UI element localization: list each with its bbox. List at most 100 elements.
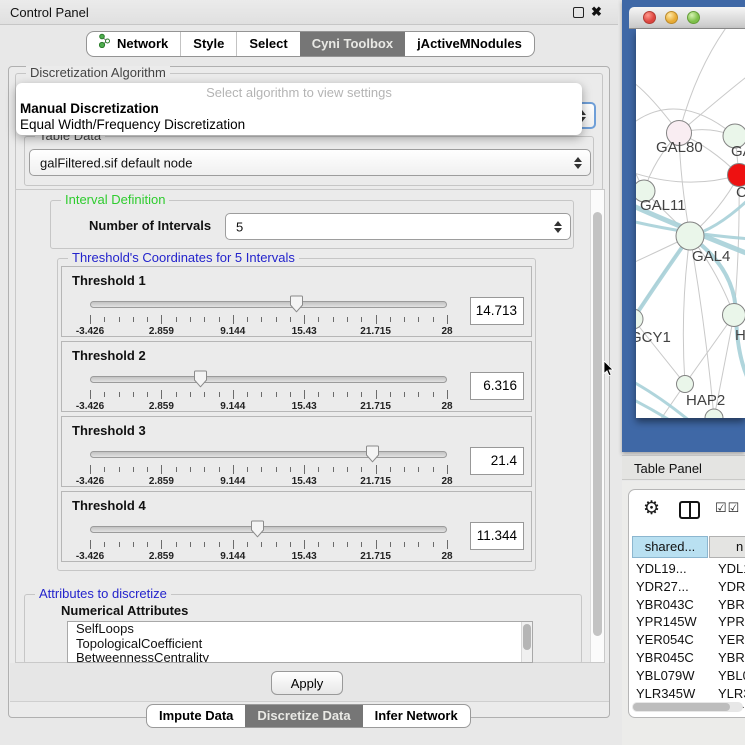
- numerical-attributes-list[interactable]: SelfLoopsTopologicalCoefficientBetweenne…: [67, 621, 533, 663]
- slider-handle[interactable]: [250, 520, 265, 538]
- table-row[interactable]: YDL19... YDL1: [629, 560, 745, 578]
- cell-shared-name[interactable]: YLR345W: [636, 686, 695, 701]
- node-h[interactable]: [723, 304, 745, 327]
- network-window-titlebar: [629, 7, 745, 29]
- threshold-value-field[interactable]: 6.316: [470, 372, 524, 400]
- cell-shared-name[interactable]: YPR145W: [636, 614, 697, 629]
- slider-tick: [161, 390, 162, 399]
- panel-scrollbar-thumb[interactable]: [593, 212, 602, 636]
- network-tab-icon: [99, 32, 111, 56]
- threshold-value-field[interactable]: 21.4: [470, 447, 524, 475]
- attributes-scrollbar-thumb[interactable]: [523, 624, 531, 650]
- cell-name[interactable]: YBR0: [718, 597, 745, 612]
- tab-infer-network[interactable]: Infer Network: [363, 705, 470, 727]
- tab-jactivemnodules[interactable]: jActiveMNodules: [405, 32, 534, 56]
- threshold-value-field[interactable]: 14.713: [470, 297, 524, 325]
- mac-zoom-button[interactable]: [687, 11, 700, 24]
- gear-icon[interactable]: ⚙: [643, 497, 660, 520]
- cell-name[interactable]: YLR3: [718, 686, 745, 701]
- threshold-slider[interactable]: -3.4262.8599.14415.4321.71528: [90, 445, 447, 487]
- cell-shared-name[interactable]: YBR043C: [636, 597, 694, 612]
- cell-name[interactable]: YER0: [718, 632, 745, 647]
- number-of-intervals-label: Number of Intervals: [89, 218, 211, 233]
- split-pane-icon[interactable]: [679, 501, 700, 519]
- threshold-slider[interactable]: -3.4262.8599.14415.4321.71528: [90, 520, 447, 562]
- table-row[interactable]: YDR27... YDR2: [629, 578, 745, 596]
- popup-option-equal-width[interactable]: Equal Width/Frequency Discretization: [20, 117, 245, 132]
- table-hscroll-thumb[interactable]: [633, 703, 730, 711]
- table-data-selected: galFiltered.sif default node: [40, 155, 192, 170]
- slider-tick: [133, 542, 134, 547]
- cell-name[interactable]: YPR1: [718, 614, 745, 629]
- slider-tick: [318, 542, 319, 547]
- tab-cyni-toolbox[interactable]: Cyni Toolbox: [300, 32, 405, 56]
- node-gcy1[interactable]: [636, 309, 643, 329]
- slider-tick: [276, 317, 277, 322]
- table-row[interactable]: YPR145W YPR1: [629, 613, 745, 631]
- algorithm-dropdown-popup: Select algorithm to view settings Manual…: [16, 83, 582, 135]
- float-window-icon[interactable]: [573, 7, 584, 18]
- attributes-scrollbar[interactable]: [521, 622, 532, 662]
- threshold-slider[interactable]: -3.4262.8599.14415.4321.71528: [90, 370, 447, 412]
- cell-name[interactable]: YBL0: [718, 668, 745, 683]
- slider-tick: [404, 392, 405, 397]
- network-edge-highlighted[interactable]: [636, 397, 682, 418]
- slider-track[interactable]: [90, 526, 447, 533]
- slider-tick: [204, 542, 205, 547]
- tab-select[interactable]: Select: [236, 32, 299, 56]
- threshold-slider[interactable]: -3.4262.8599.14415.4321.71528: [90, 295, 447, 337]
- slider-tick: [161, 540, 162, 549]
- slider-track[interactable]: [90, 301, 447, 308]
- table-horizontal-scrollbar[interactable]: [632, 702, 743, 712]
- table-row[interactable]: YER054C YER0: [629, 631, 745, 649]
- node-hap2[interactable]: [677, 376, 694, 393]
- slider-tick: [233, 465, 234, 474]
- network-edge[interactable]: [683, 236, 690, 384]
- table-row[interactable]: YBR045C YBR0: [629, 649, 745, 667]
- threshold-value-field[interactable]: 11.344: [470, 522, 524, 550]
- mac-minimize-button[interactable]: [665, 11, 678, 24]
- table-row[interactable]: YBL079W YBL0: [629, 667, 745, 685]
- cell-shared-name[interactable]: YDR27...: [636, 579, 689, 594]
- cell-name[interactable]: YDL1: [718, 561, 745, 576]
- cell-shared-name[interactable]: YDL19...: [636, 561, 687, 576]
- network-edge-highlighted[interactable]: [636, 236, 690, 327]
- table-row[interactable]: YBR043C YBR0: [629, 596, 745, 614]
- tab-style[interactable]: Style: [180, 32, 236, 56]
- column-header-name[interactable]: n: [709, 536, 745, 558]
- cell-shared-name[interactable]: YBL079W: [636, 668, 695, 683]
- mac-close-button[interactable]: [643, 11, 656, 24]
- column-header-shared-name[interactable]: shared...: [632, 536, 708, 558]
- table-row[interactable]: YLR345W YLR3: [629, 685, 745, 703]
- cell-shared-name[interactable]: YBR045C: [636, 650, 694, 665]
- tab-discretize-data[interactable]: Discretize Data: [245, 705, 362, 727]
- network-edge[interactable]: [679, 29, 728, 133]
- slider-track[interactable]: [90, 376, 447, 383]
- panel-vertical-scrollbar[interactable]: [590, 190, 604, 662]
- slider-tick-labels: -3.4262.8599.14415.4321.71528: [90, 326, 447, 338]
- close-icon[interactable]: ✖: [591, 4, 602, 20]
- tab-network[interactable]: Network: [87, 32, 180, 56]
- cell-name[interactable]: YDR2: [718, 579, 745, 594]
- numerical-attribute-item[interactable]: SelfLoops: [68, 622, 532, 637]
- apply-button[interactable]: Apply: [271, 671, 343, 695]
- slider-track[interactable]: [90, 451, 447, 458]
- slider-tick: [304, 540, 305, 549]
- node-gal4[interactable]: [676, 222, 704, 250]
- tab-impute-data[interactable]: Impute Data: [147, 705, 245, 727]
- cell-shared-name[interactable]: YER054C: [636, 632, 694, 647]
- select-columns-icon[interactable]: ☑☑: [715, 500, 740, 516]
- cell-name[interactable]: YBR0: [718, 650, 745, 665]
- slider-tick: [161, 465, 162, 474]
- numerical-attribute-item[interactable]: BetweennessCentrality: [68, 651, 532, 663]
- slider-handle[interactable]: [365, 445, 380, 463]
- node-bottom[interactable]: [705, 409, 723, 418]
- slider-handle[interactable]: [193, 370, 208, 388]
- slider-handle[interactable]: [289, 295, 304, 313]
- popup-option-manual-discretization[interactable]: Manual Discretization: [20, 101, 159, 116]
- number-of-intervals-combobox[interactable]: 5: [225, 213, 571, 240]
- table-data-combobox[interactable]: galFiltered.sif default node: [29, 149, 591, 176]
- network-canvas[interactable]: GAL80GACGAL11GAL4GCY1HHAP2: [636, 29, 745, 418]
- numerical-attribute-item[interactable]: TopologicalCoefficient: [68, 637, 532, 652]
- slider-tick-label: 15.43: [292, 326, 317, 337]
